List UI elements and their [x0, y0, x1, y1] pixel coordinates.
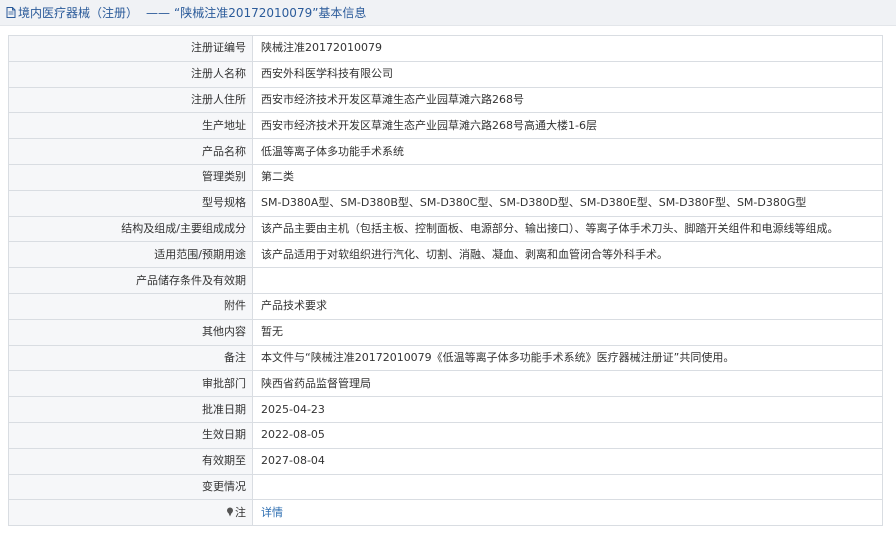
row-label: 产品储存条件及有效期: [8, 267, 253, 294]
row-value: 暂无: [252, 318, 883, 346]
row-value: 西安外科医学科技有限公司: [252, 60, 883, 88]
table-row: 注册人名称 西安外科医学科技有限公司: [8, 60, 883, 88]
row-value: 第二类: [252, 163, 883, 191]
info-table-container: 注册证编号 陕械注准20172010079 注册人名称 西安外科医学科技有限公司…: [8, 35, 883, 527]
row-value: 产品技术要求: [252, 292, 883, 320]
table-row: 审批部门 陕西省药品监督管理局: [8, 370, 883, 398]
note-label: 注: [235, 505, 246, 519]
table-row: 产品名称 低温等离子体多功能手术系统: [8, 138, 883, 165]
page-header: 境内医疗器械（注册） —— “陕械注准20172010079”基本信息: [0, 0, 896, 26]
table-row: 生产地址 西安市经济技术开发区草滩生态产业园草滩六路268号高通大楼1-6层: [8, 112, 883, 140]
row-value: 2025-04-23: [252, 396, 883, 423]
note-row: 注 详情: [8, 499, 883, 527]
row-value: 陕西省药品监督管理局: [252, 370, 883, 398]
row-value: 低温等离子体多功能手术系统: [252, 138, 883, 165]
row-label: 有效期至: [8, 447, 253, 475]
row-label: 结构及组成/主要组成成分: [8, 215, 253, 243]
table-row: 附件 产品技术要求: [8, 292, 883, 320]
row-label: 适用范围/预期用途: [8, 241, 253, 269]
row-value: 西安市经济技术开发区草滩生态产业园草滩六路268号高通大楼1-6层: [252, 112, 883, 140]
row-label: 注册证编号: [8, 35, 253, 62]
row-label: 注册人住所: [8, 86, 253, 114]
row-value: 陕械注准20172010079: [252, 35, 883, 62]
row-label: 审批部门: [8, 370, 253, 398]
row-label: 注册人名称: [8, 60, 253, 88]
pin-icon: [226, 507, 234, 517]
header-title: 境内医疗器械（注册）: [18, 6, 139, 20]
row-label: 型号规格: [8, 189, 253, 217]
row-label: 变更情况: [8, 473, 253, 501]
row-value: 2022-08-05: [252, 421, 883, 449]
table-row: 注册证编号 陕械注准20172010079: [8, 35, 883, 62]
note-value-cell: 详情: [252, 499, 883, 527]
row-value: [252, 267, 883, 294]
row-label: 管理类别: [8, 163, 253, 191]
row-label: 附件: [8, 292, 253, 320]
row-value: 2027-08-04: [252, 447, 883, 475]
table-row: 批准日期 2025-04-23: [8, 396, 883, 423]
row-value: 本文件与“陕械注准20172010079《低温等离子体多功能手术系统》医疗器械注…: [252, 344, 883, 372]
info-table: 注册证编号 陕械注准20172010079 注册人名称 西安外科医学科技有限公司…: [8, 35, 883, 527]
table-row: 型号规格 SM-D380A型、SM-D380B型、SM-D380C型、SM-D3…: [8, 189, 883, 217]
table-row: 产品储存条件及有效期: [8, 267, 883, 294]
row-label: 生产地址: [8, 112, 253, 140]
document-icon: [6, 7, 16, 18]
header-record: “陕械注准20172010079”基本信息: [174, 6, 367, 20]
table-row: 变更情况: [8, 473, 883, 501]
row-value: [252, 473, 883, 501]
table-row: 有效期至 2027-08-04: [8, 447, 883, 475]
row-label: 生效日期: [8, 421, 253, 449]
details-link[interactable]: 详情: [261, 506, 283, 519]
table-row: 生效日期 2022-08-05: [8, 421, 883, 449]
row-label: 批准日期: [8, 396, 253, 423]
table-row: 适用范围/预期用途 该产品适用于对软组织进行汽化、切割、消融、凝血、剥离和血管闭…: [8, 241, 883, 269]
table-row: 其他内容 暂无: [8, 318, 883, 346]
row-label: 其他内容: [8, 318, 253, 346]
table-row: 结构及组成/主要组成成分 该产品主要由主机（包括主板、控制面板、电源部分、输出接…: [8, 215, 883, 243]
row-label: 产品名称: [8, 138, 253, 165]
table-row: 管理类别 第二类: [8, 163, 883, 191]
row-value: SM-D380A型、SM-D380B型、SM-D380C型、SM-D380D型、…: [252, 189, 883, 217]
table-row: 备注 本文件与“陕械注准20172010079《低温等离子体多功能手术系统》医疗…: [8, 344, 883, 372]
header-separator: ——: [146, 5, 171, 20]
note-label-cell: 注: [8, 499, 253, 527]
row-label: 备注: [8, 344, 253, 372]
table-row: 注册人住所 西安市经济技术开发区草滩生态产业园草滩六路268号: [8, 86, 883, 114]
row-value: 该产品适用于对软组织进行汽化、切割、消融、凝血、剥离和血管闭合等外科手术。: [252, 241, 883, 269]
row-value: 该产品主要由主机（包括主板、控制面板、电源部分、输出接口）、等离子体手术刀头、脚…: [252, 215, 883, 243]
row-value: 西安市经济技术开发区草滩生态产业园草滩六路268号: [252, 86, 883, 114]
